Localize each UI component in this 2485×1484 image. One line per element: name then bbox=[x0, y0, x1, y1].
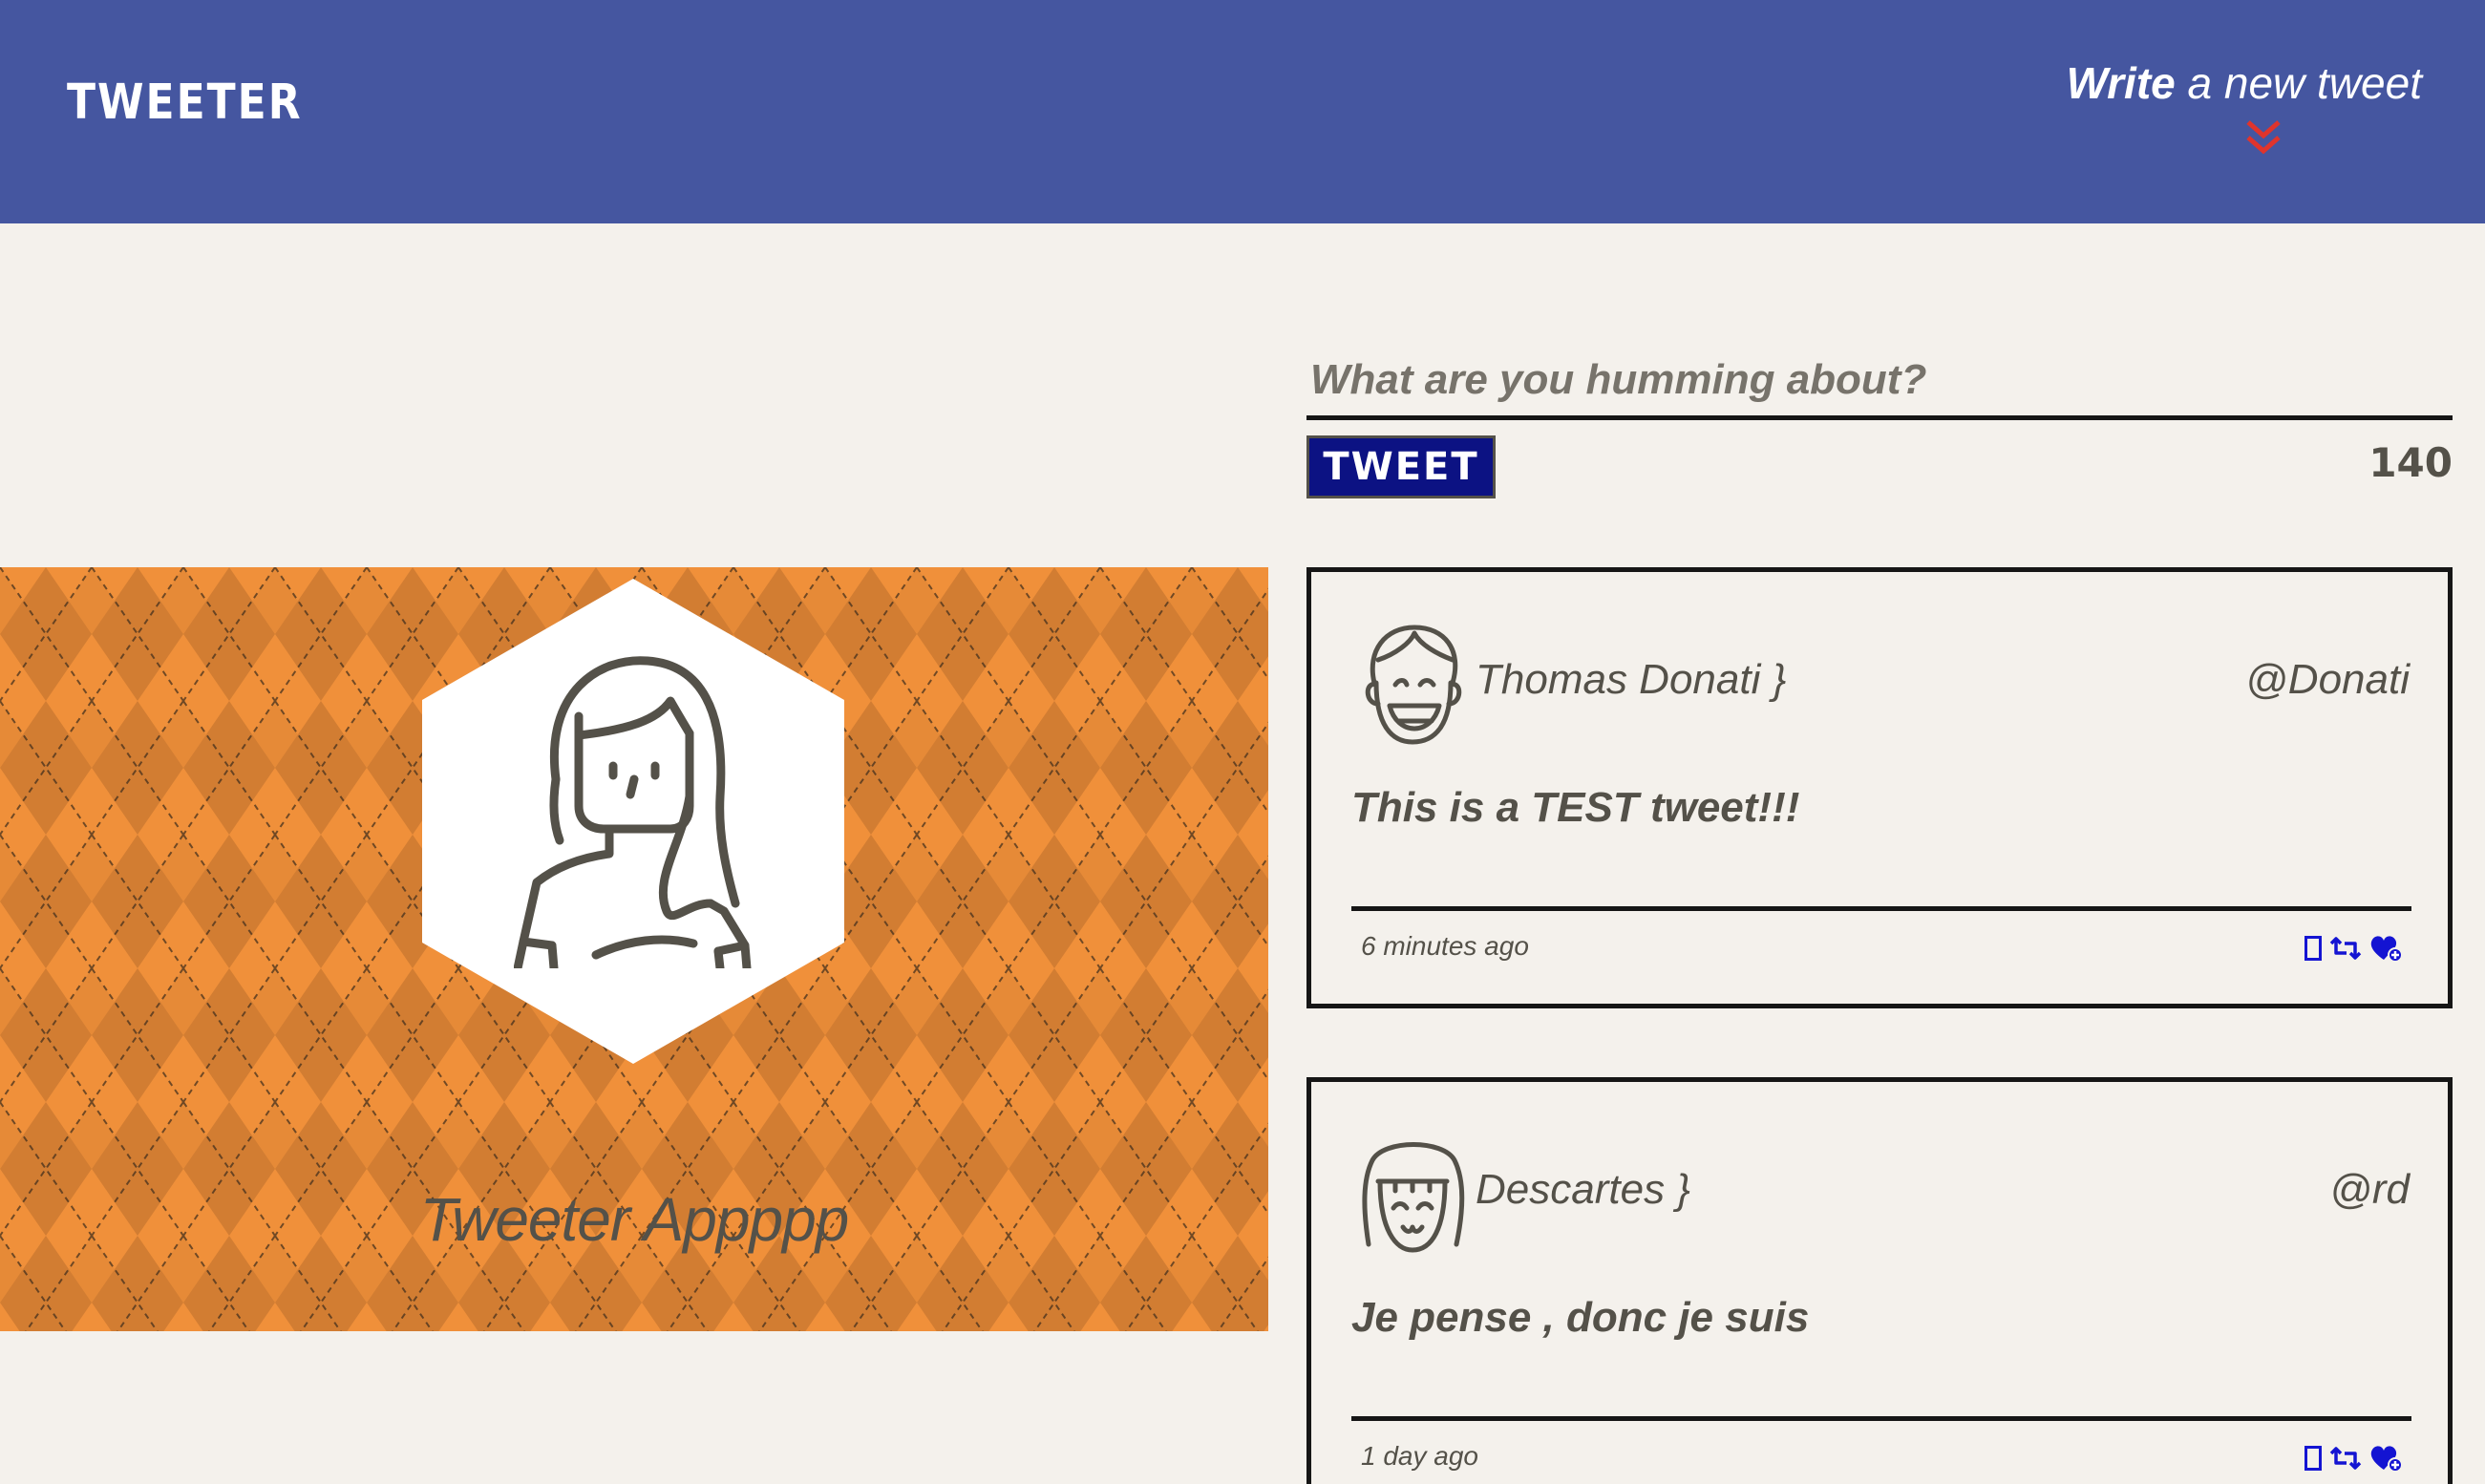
double-chevron-down-icon[interactable] bbox=[2242, 117, 2284, 159]
tweet-card: Descartes } @rd Je pense , donc je suis … bbox=[1306, 1077, 2453, 1484]
tweet-actions bbox=[2304, 1443, 2404, 1473]
tweet-author-handle: @Donati bbox=[2245, 656, 2410, 703]
tweet-timestamp: 6 minutes ago bbox=[1361, 931, 1529, 961]
tweet-author-name: Thomas Donati } bbox=[1476, 656, 1787, 703]
brand-logo[interactable]: TWEETER bbox=[67, 74, 303, 131]
tweet-content: Je pense , donc je suis bbox=[1351, 1294, 1810, 1341]
write-new-tweet-toggle[interactable]: Write a new tweet bbox=[2067, 57, 2422, 162]
tweet-content: This is a TEST tweet!!! bbox=[1351, 784, 1800, 831]
user-avatar-icon bbox=[1365, 625, 1462, 745]
tweet-timestamp: 1 day ago bbox=[1361, 1441, 1478, 1471]
flag-icon[interactable] bbox=[2304, 1446, 2322, 1471]
heart-icon[interactable] bbox=[2369, 934, 2404, 963]
char-counter: 140 bbox=[2368, 439, 2453, 486]
top-nav: TWEETER Write a new tweet bbox=[0, 0, 2485, 223]
tweet-card: Thomas Donati } @Donati This is a TEST t… bbox=[1306, 567, 2453, 1008]
tweet-divider bbox=[1351, 906, 2411, 911]
tweet-input[interactable] bbox=[1306, 344, 2453, 420]
tweet-actions bbox=[2304, 933, 2404, 964]
heart-icon[interactable] bbox=[2369, 1444, 2404, 1473]
profile-avatar[interactable] bbox=[514, 653, 753, 968]
tweet-author-name: Descartes } bbox=[1476, 1166, 1690, 1213]
flag-icon[interactable] bbox=[2304, 936, 2322, 961]
retweet-icon[interactable] bbox=[2329, 936, 2362, 961]
tweet-submit-button[interactable]: TWEET bbox=[1306, 435, 1496, 498]
retweet-icon[interactable] bbox=[2329, 1446, 2362, 1471]
new-tweet-form: TWEET 140 bbox=[1306, 344, 2453, 506]
write-new-tweet-label[interactable]: Write a new tweet bbox=[2067, 57, 2422, 109]
tweet-divider bbox=[1351, 1416, 2411, 1421]
tweet-author-handle: @rd bbox=[2329, 1166, 2410, 1213]
profile-name: Tweeter Appppp bbox=[419, 1185, 850, 1254]
user-avatar-icon bbox=[1362, 1142, 1465, 1253]
